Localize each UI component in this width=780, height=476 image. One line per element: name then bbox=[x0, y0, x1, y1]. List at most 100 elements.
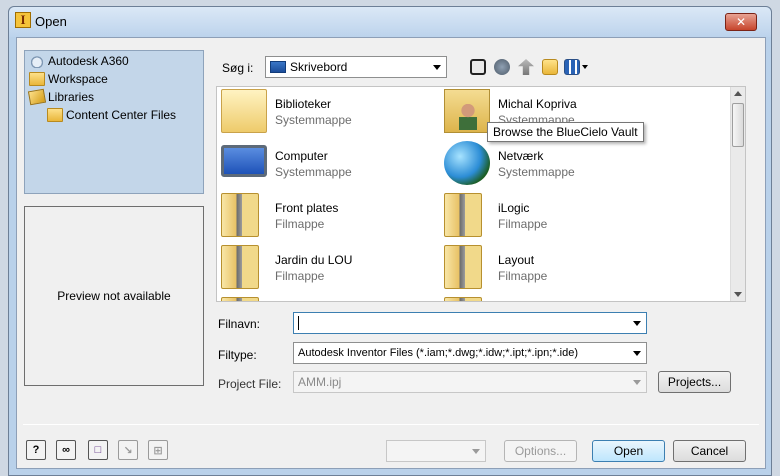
user-folder-icon bbox=[444, 89, 490, 133]
open-button[interactable]: Open bbox=[592, 440, 665, 462]
file-folder-icon bbox=[444, 193, 482, 237]
scroll-down-icon[interactable] bbox=[734, 292, 742, 297]
vault-browse-icon bbox=[470, 59, 486, 75]
location-tree: Autodesk A360 Workspace Libraries Conten… bbox=[24, 50, 204, 194]
cloud-icon bbox=[29, 54, 45, 68]
item-name: Computer bbox=[275, 149, 328, 163]
tree-item-label: Workspace bbox=[48, 72, 108, 86]
vertical-scrollbar[interactable] bbox=[730, 87, 745, 301]
dialog-client: Autodesk A360 Workspace Libraries Conten… bbox=[16, 37, 766, 469]
libraries-icon bbox=[221, 89, 267, 133]
separator bbox=[23, 424, 759, 425]
filetype-dropdown[interactable]: Autodesk Inventor Files (*.iam;*.dwg;*.i… bbox=[293, 342, 647, 364]
look-in-value: Skrivebord bbox=[290, 60, 348, 74]
projects-button[interactable]: Projects... bbox=[658, 371, 731, 393]
item-type: Systemmappe bbox=[498, 165, 575, 179]
desktop-icon bbox=[270, 61, 286, 73]
preview-pane: Preview not available bbox=[24, 206, 204, 386]
filename-input[interactable] bbox=[293, 312, 647, 334]
list-item[interactable]: Front plates Filmappe bbox=[217, 191, 432, 239]
open-dialog: I Open ✕ Autodesk A360 Workspace Librari… bbox=[8, 6, 772, 476]
tree-item-workspace[interactable]: Workspace bbox=[29, 71, 108, 87]
checkout-icon: ↘ bbox=[118, 440, 138, 460]
filename-label: Filnavn: bbox=[218, 317, 261, 331]
scroll-thumb[interactable] bbox=[732, 103, 744, 147]
item-name: Michal Kopriva bbox=[498, 97, 577, 111]
extra-dropdown bbox=[386, 440, 486, 462]
item-name: Netværk bbox=[498, 149, 544, 163]
chevron-down-icon bbox=[633, 351, 641, 356]
dialog-title: Open bbox=[35, 14, 67, 29]
item-type: Systemmappe bbox=[275, 165, 352, 179]
list-item[interactable]: Biblioteker Systemmappe bbox=[217, 87, 432, 135]
find-icon[interactable]: ∞ bbox=[56, 440, 76, 460]
tree-item-label: Autodesk A360 bbox=[48, 54, 129, 68]
list-item[interactable]: Netværk Systemmappe bbox=[440, 139, 655, 187]
title-bar: I Open ✕ bbox=[9, 7, 771, 37]
computer-icon bbox=[221, 145, 267, 177]
item-type: Filmappe bbox=[275, 217, 325, 231]
list-item[interactable]: Jardin du LOU Filmappe bbox=[217, 243, 432, 291]
new-folder-button[interactable] bbox=[539, 56, 561, 78]
preview-text: Preview not available bbox=[57, 289, 171, 303]
chevron-down-icon bbox=[433, 65, 441, 70]
file-folder-icon bbox=[444, 245, 482, 289]
tree-item-a360[interactable]: Autodesk A360 bbox=[29, 53, 129, 69]
item-type: Filmappe bbox=[275, 269, 325, 283]
browse-vault-button[interactable] bbox=[467, 56, 489, 78]
folder-icon bbox=[29, 72, 45, 86]
view-menu-button[interactable] bbox=[563, 56, 589, 78]
list-item[interactable]: Layout Filmappe bbox=[440, 243, 655, 291]
filetype-value: Autodesk Inventor Files (*.iam;*.dwg;*.i… bbox=[298, 347, 579, 359]
tree-item-content-center[interactable]: Content Center Files bbox=[47, 107, 176, 123]
file-folder-icon bbox=[221, 245, 259, 289]
tree-item-label: Content Center Files bbox=[66, 108, 177, 122]
vault-icon[interactable]: □ bbox=[88, 440, 108, 460]
filetype-label: Filtype: bbox=[218, 348, 257, 362]
project-file-dropdown: AMM.ipj bbox=[293, 371, 647, 393]
library-icon bbox=[27, 88, 47, 106]
file-folder-icon bbox=[221, 297, 259, 301]
file-folder-icon bbox=[221, 193, 259, 237]
folder-icon bbox=[47, 108, 63, 122]
item-name: Layout bbox=[498, 253, 535, 267]
list-item-partial[interactable] bbox=[440, 295, 655, 301]
file-folder-icon bbox=[444, 297, 482, 301]
item-name: Jardin du LOU bbox=[275, 253, 353, 267]
list-item[interactable]: iLogic Filmappe bbox=[440, 191, 655, 239]
network-icon bbox=[444, 141, 490, 185]
new-folder-icon bbox=[542, 59, 558, 75]
chevron-down-icon[interactable] bbox=[633, 321, 641, 326]
tree-item-libraries[interactable]: Libraries bbox=[27, 88, 95, 106]
list-item-partial[interactable] bbox=[217, 295, 432, 301]
look-in-label: Søg i: bbox=[222, 61, 254, 75]
scroll-up-icon[interactable] bbox=[734, 91, 742, 96]
back-button[interactable] bbox=[491, 56, 513, 78]
chevron-down-icon bbox=[582, 65, 588, 69]
item-type: Systemmappe bbox=[275, 113, 352, 127]
up-folder-button[interactable] bbox=[515, 56, 537, 78]
tooltip: Browse the BlueCielo Vault bbox=[487, 122, 644, 142]
back-arrow-icon bbox=[494, 59, 510, 75]
file-list[interactable]: Biblioteker Systemmappe Michal Kopriva S… bbox=[216, 86, 746, 302]
list-item[interactable]: Computer Systemmappe bbox=[217, 139, 432, 187]
look-in-dropdown[interactable]: Skrivebord bbox=[265, 56, 447, 78]
chevron-down-icon bbox=[633, 380, 641, 385]
cancel-button[interactable]: Cancel bbox=[673, 440, 746, 462]
options-button: Options... bbox=[504, 440, 577, 462]
item-name: Biblioteker bbox=[275, 97, 332, 111]
refresh-icon: ⊞ bbox=[148, 440, 168, 460]
text-caret bbox=[298, 316, 299, 330]
inventor-app-icon: I bbox=[15, 12, 31, 28]
item-name: iLogic bbox=[498, 201, 530, 215]
close-button[interactable]: ✕ bbox=[725, 13, 757, 31]
help-icon[interactable]: ? bbox=[26, 440, 46, 460]
item-type: Filmappe bbox=[498, 217, 548, 231]
item-name: Front plates bbox=[275, 201, 339, 215]
item-type: Filmappe bbox=[498, 269, 548, 283]
view-grid-icon bbox=[564, 59, 580, 75]
chevron-down-icon bbox=[472, 449, 480, 454]
tree-item-label: Libraries bbox=[48, 90, 95, 104]
project-file-label: Project File: bbox=[218, 377, 282, 391]
up-arrow-icon bbox=[518, 59, 534, 75]
